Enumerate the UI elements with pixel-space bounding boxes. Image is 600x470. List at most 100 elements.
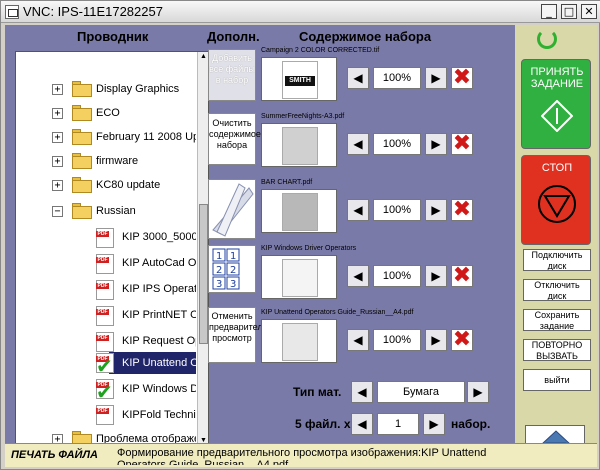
slot-filename: KIP Unattend Operators Guide_Russian__A4…: [261, 309, 414, 316]
scale-percent[interactable]: 100%: [373, 133, 421, 155]
checkmark-icon: ✔: [96, 354, 113, 378]
expand-icon[interactable]: +: [52, 180, 63, 191]
decrease-scale-button[interactable]: ◀: [347, 67, 369, 89]
explorer-header: Проводник: [77, 29, 149, 44]
tree-item-label: KC80 update: [96, 179, 161, 191]
tree-item[interactable]: + Display Graphics: [16, 78, 196, 102]
svg-text:2: 2: [216, 265, 222, 276]
connect-drive-button[interactable]: Подключить диск: [523, 249, 591, 271]
numbered-pages-graphic: 1 1 2 2 3 3: [208, 245, 256, 293]
tree-item[interactable]: PDF KIPFold Technic: [16, 404, 196, 428]
expand-icon[interactable]: +: [52, 84, 63, 95]
file-tree[interactable]: + Display Graphics + ECO + February 11 2…: [15, 51, 209, 447]
scale-percent[interactable]: 100%: [373, 67, 421, 89]
scroll-up-icon[interactable]: ▲: [199, 52, 208, 62]
tree-item[interactable]: PDF KIP PrintNET Op: [16, 304, 196, 328]
cancel-preview-button[interactable]: Отменить предварительный просмотр: [208, 307, 284, 363]
tree-item-label: KIP IPS Operato: [122, 283, 196, 295]
pdf-icon: PDF: [96, 306, 114, 326]
slot-thumbnail[interactable]: [261, 189, 337, 233]
page-preview: SMITH: [282, 61, 318, 99]
page-preview: [282, 259, 318, 297]
title-bar: VNC: IPS-11E17282257 _ □ ✕: [1, 1, 600, 23]
increase-scale-button[interactable]: ▶: [425, 199, 447, 221]
copies-decrease-button[interactable]: ◀: [351, 413, 373, 435]
pdf-icon: PDF: [96, 280, 114, 300]
decrease-scale-button[interactable]: ◀: [347, 329, 369, 351]
tree-item-label: February 11 2008 Upd: [96, 131, 196, 143]
expand-icon[interactable]: +: [52, 156, 63, 167]
clear-set-button[interactable]: Очистить содержимое набора: [208, 113, 261, 165]
tree-item-label: firmware: [96, 155, 139, 167]
disconnect-drive-button[interactable]: Отключить диск: [523, 279, 591, 301]
media-prev-button[interactable]: ◀: [351, 381, 373, 403]
minimize-button[interactable]: _: [541, 4, 557, 19]
decrease-scale-button[interactable]: ◀: [347, 133, 369, 155]
checkmark-icon: ✔: [96, 380, 113, 404]
media-next-button[interactable]: ▶: [467, 381, 489, 403]
decrease-scale-button[interactable]: ◀: [347, 199, 369, 221]
action-panel: ПРИНЯТЬ ЗАДАНИЕ СТОП Подключить диск Отк…: [515, 25, 597, 467]
pdf-icon: PDF: [96, 228, 114, 248]
accept-job-button[interactable]: ПРИНЯТЬ ЗАДАНИЕ: [521, 59, 591, 149]
tree-item[interactable]: − Russian: [16, 200, 196, 224]
tree-item-label: Display Graphics: [96, 83, 180, 95]
slot-filename: BAR CHART.pdf: [261, 179, 313, 186]
tree-item[interactable]: + firmware: [16, 150, 196, 174]
folder-icon: [72, 105, 92, 121]
remove-file-button[interactable]: ✖: [451, 265, 473, 287]
scale-percent[interactable]: 100%: [373, 265, 421, 287]
accept-job-label: ПРИНЯТЬ ЗАДАНИЕ: [530, 66, 584, 90]
scale-percent[interactable]: 100%: [373, 329, 421, 351]
remove-file-button[interactable]: ✖: [451, 199, 473, 221]
tree-item[interactable]: PDF KIP IPS Operato: [16, 278, 196, 302]
stop-label: СТОП: [541, 162, 573, 174]
maximize-button[interactable]: □: [561, 4, 577, 19]
pdf-icon: PDF: [96, 332, 114, 352]
tree-item[interactable]: + ECO: [16, 102, 196, 126]
svg-text:1: 1: [216, 251, 222, 262]
increase-scale-button[interactable]: ▶: [425, 329, 447, 351]
expand-icon[interactable]: +: [52, 108, 63, 119]
copies-value[interactable]: 1: [377, 413, 419, 435]
tree-item-selected[interactable]: PDF ✔ KIP Unattend Op: [16, 352, 196, 376]
media-type-value[interactable]: Бумага: [377, 381, 465, 403]
slot-thumbnail[interactable]: [261, 319, 337, 363]
collapse-icon[interactable]: −: [52, 206, 63, 217]
sets-label: набор.: [451, 417, 491, 431]
vnc-window: VNC: IPS-11E17282257 _ □ ✕ Проводник Доп…: [0, 0, 600, 470]
remove-file-button[interactable]: ✖: [451, 329, 473, 351]
stop-circle-icon: [538, 185, 576, 223]
tree-item[interactable]: PDF KIP Request Op: [16, 330, 196, 354]
decrease-scale-button[interactable]: ◀: [347, 265, 369, 287]
increase-scale-button[interactable]: ▶: [425, 265, 447, 287]
recall-button[interactable]: ПОВТОРНО ВЫЗВАТЬ: [523, 339, 591, 361]
slot-thumbnail[interactable]: [261, 255, 337, 299]
tree-item[interactable]: + KC80 update: [16, 174, 196, 198]
increase-scale-button[interactable]: ▶: [425, 133, 447, 155]
page-preview: [282, 323, 318, 361]
slot-thumbnail[interactable]: SMITH: [261, 57, 337, 101]
stop-button[interactable]: СТОП: [521, 155, 591, 245]
remove-file-button[interactable]: ✖: [451, 67, 473, 89]
vnc-app-icon: [5, 5, 19, 19]
close-button[interactable]: ✕: [581, 4, 597, 19]
remove-file-button[interactable]: ✖: [451, 133, 473, 155]
set-slot-4: KIP Windows Driver Operators ◀ 100% ▶ ✖: [261, 245, 497, 307]
save-job-button[interactable]: Сохранить задание: [523, 309, 591, 331]
increase-scale-button[interactable]: ▶: [425, 67, 447, 89]
scale-percent[interactable]: 100%: [373, 199, 421, 221]
slot-thumbnail[interactable]: [261, 123, 337, 167]
tree-item[interactable]: PDF KIP AutoCad Op: [16, 252, 196, 276]
expand-icon[interactable]: +: [52, 132, 63, 143]
scrollbar-thumb[interactable]: [199, 204, 208, 344]
svg-text:2: 2: [230, 265, 236, 276]
exit-button[interactable]: выйти: [523, 369, 591, 391]
tree-item[interactable]: PDF ✔ KIP Windows Dr: [16, 378, 196, 402]
copies-increase-button[interactable]: ▶: [423, 413, 445, 435]
pdf-icon: PDF: [96, 254, 114, 274]
tree-item[interactable]: PDF KIP 3000_5000 C: [16, 226, 196, 250]
tree-item[interactable]: + February 11 2008 Upd: [16, 126, 196, 150]
tree-item-label: KIP PrintNET Op: [122, 309, 196, 321]
add-all-files-button[interactable]: Добавить все файлы в набор: [208, 49, 256, 101]
